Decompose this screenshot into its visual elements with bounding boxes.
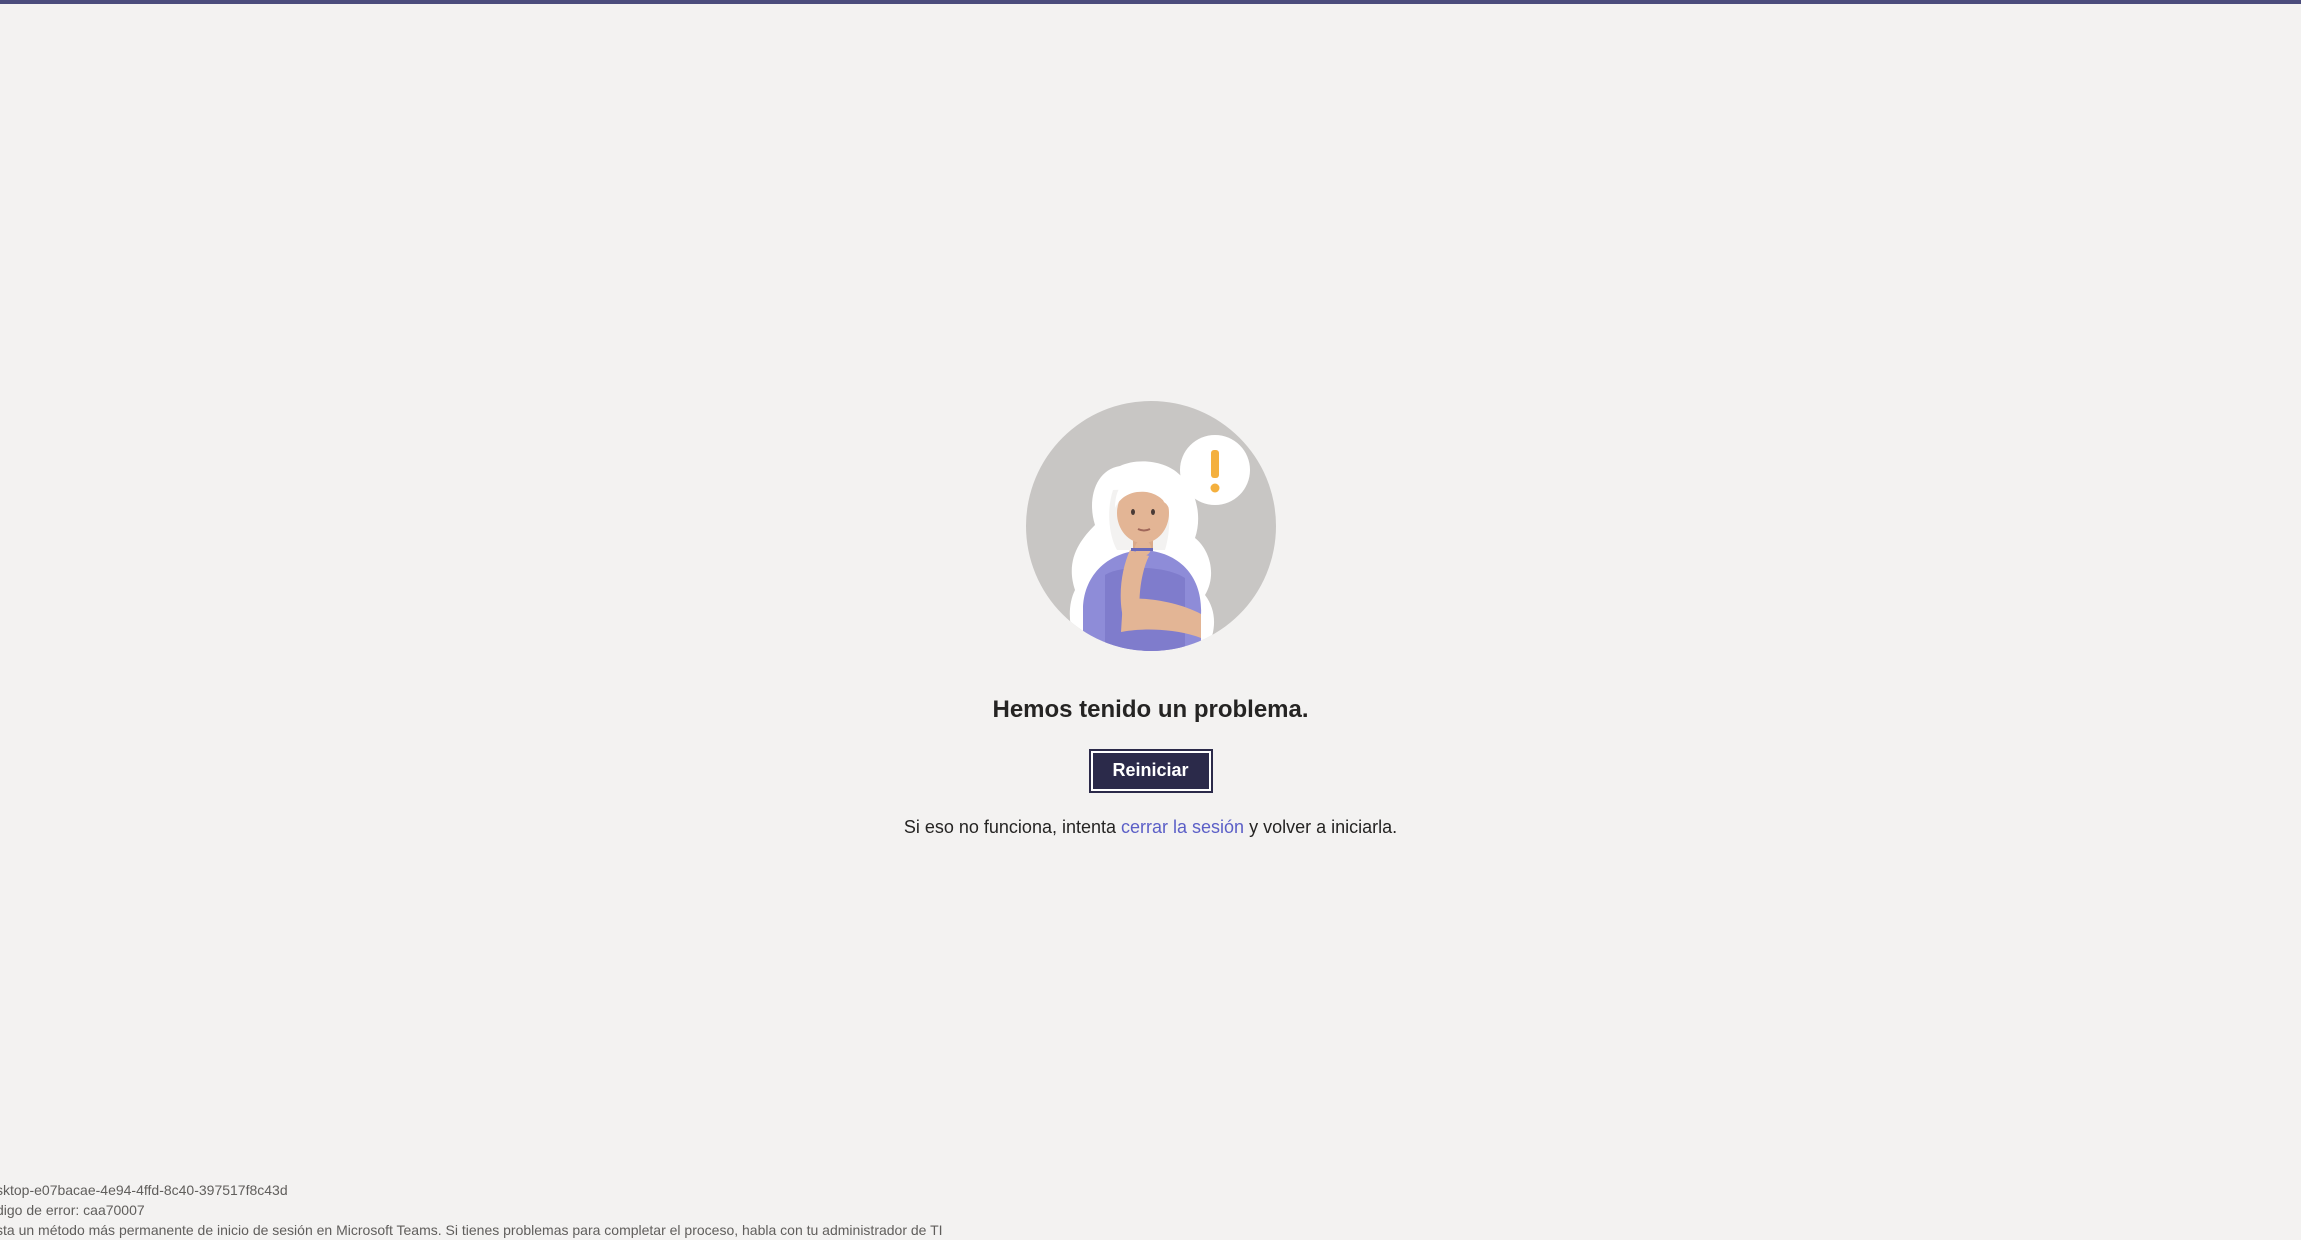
restart-button[interactable]: Reiniciar: [1088, 748, 1213, 793]
sign-out-link[interactable]: cerrar la sesión: [1121, 817, 1244, 837]
help-suffix: y volver a iniciarla.: [1244, 816, 1398, 837]
session-id: sktop-e07bacae-4e94-4ffd-8c40-397517f8c4…: [0, 1182, 288, 1198]
thinking-woman-illustration: [1025, 401, 1276, 651]
error-content: Hemos tenido un problema. Reiniciar Si e…: [0, 400, 2301, 838]
error-title: Hemos tenido un problema.: [992, 696, 1309, 723]
exclamation-icon: [1210, 450, 1219, 493]
error-page: Hemos tenido un problema. Reiniciar Si e…: [0, 0, 2301, 1238]
signin-note: sta un método más permanente de inicio d…: [0, 1222, 943, 1238]
error-code: digo de error: caa70007: [0, 1202, 145, 1218]
help-message: Si eso no funciona, intenta cerrar la se…: [904, 817, 1397, 838]
help-prefix: Si eso no funciona, intenta: [903, 816, 1122, 837]
diagnostic-footer: sktop-e07bacae-4e94-4ffd-8c40-397517f8c4…: [0, 1180, 2297, 1240]
